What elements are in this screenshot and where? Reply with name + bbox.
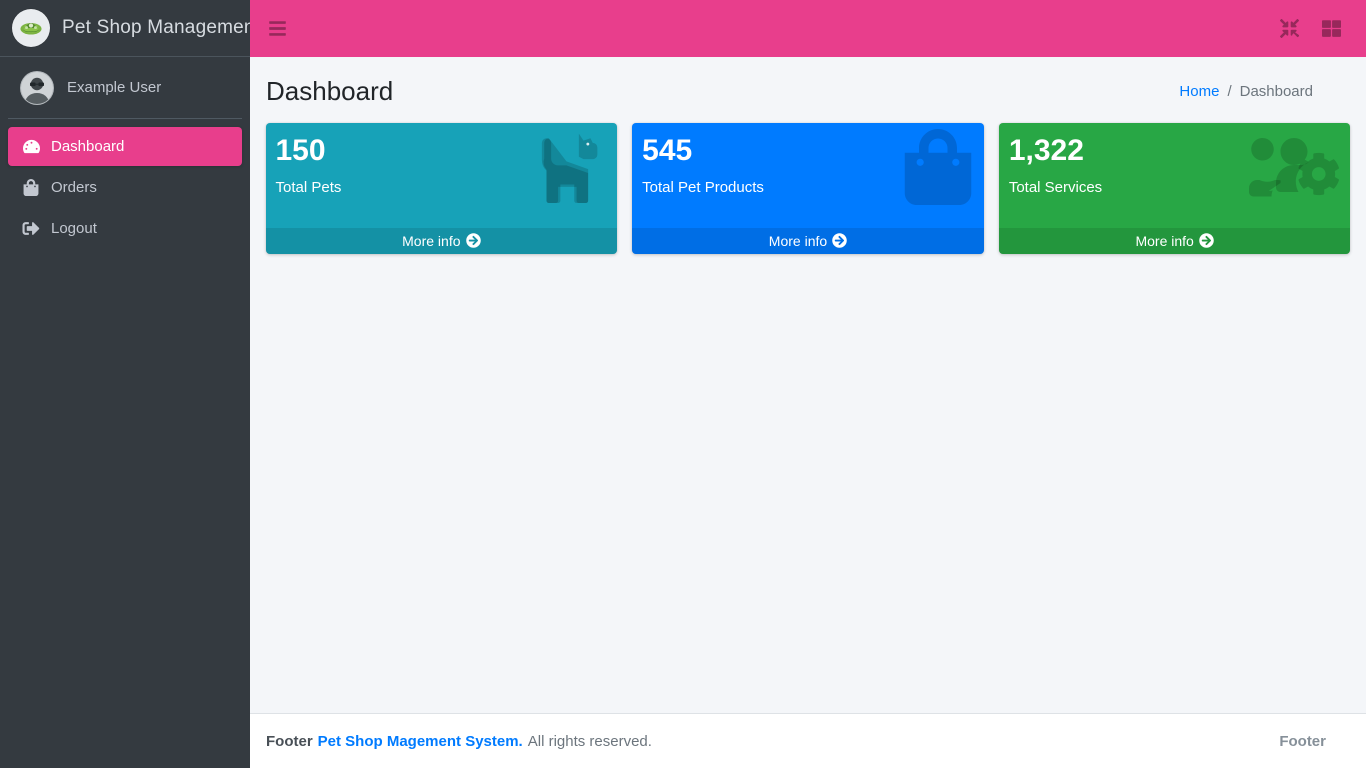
- sidebar-item-logout[interactable]: Logout: [8, 209, 242, 248]
- sidebar-nav-list: Dashboard Orders Logout: [0, 119, 250, 248]
- sidebar-nav: Dashboard Orders Logout: [0, 119, 250, 248]
- circle-arrow-right-icon: [465, 233, 481, 249]
- page-title: Dashboard: [266, 76, 394, 106]
- stat-card-total-pets: 150 Total Pets More info: [258, 123, 625, 255]
- small-box-inner: 150 Total Pets: [266, 123, 618, 228]
- user-avatar-photo: [20, 70, 54, 105]
- small-box-inner: 1,322 Total Services: [999, 123, 1351, 228]
- circle-arrow-right-icon: [1199, 233, 1214, 249]
- sidebar-item-dashboard[interactable]: Dashboard: [8, 127, 242, 166]
- pet-logo-icon: [12, 9, 50, 47]
- footer-prefix: Footer: [266, 732, 313, 750]
- top-navbar: [250, 0, 1366, 57]
- brand-link[interactable]: Pet Shop Management: [0, 0, 250, 57]
- sidebar: Pet Shop Management Example User Dashboa…: [0, 0, 250, 768]
- stat-label: Total Pets: [275, 179, 342, 197]
- small-box: 1,322 Total Services More info: [998, 123, 1351, 255]
- small-box: 150 Total Pets More info: [265, 123, 618, 255]
- sidebar-item-label: Dashboard: [51, 138, 125, 155]
- brand-title: Pet Shop Management: [62, 17, 250, 38]
- stat-label: Total Pet Products: [642, 179, 764, 197]
- stat-label: Total Services: [1008, 179, 1103, 197]
- breadcrumb: Home / Dashboard: [1179, 83, 1350, 100]
- stat-card-total-services: 1,322 Total Services More info: [991, 123, 1358, 255]
- compress-arrows-icon[interactable]: [1268, 8, 1310, 50]
- sidebar-link-dashboard[interactable]: Dashboard: [8, 127, 242, 166]
- user-panel[interactable]: Example User: [8, 57, 242, 119]
- sidebar-item-label: Orders: [51, 179, 97, 196]
- breadcrumb-separator: /: [1227, 82, 1232, 100]
- more-info-link[interactable]: More info: [632, 228, 984, 255]
- more-info-label: More info: [1135, 233, 1194, 250]
- stat-value: 150: [275, 134, 326, 168]
- stat-cards-row: 150 Total Pets More info 545 Total Pet P…: [250, 123, 1366, 255]
- breadcrumb-home-link[interactable]: Home: [1179, 83, 1219, 100]
- sidebar-item-label: Logout: [51, 220, 97, 237]
- more-info-link[interactable]: More info: [265, 228, 618, 255]
- footer-brand-link[interactable]: Pet Shop Magement System.: [318, 733, 523, 750]
- more-info-link[interactable]: More info: [998, 228, 1351, 255]
- sidebar-link-orders[interactable]: Orders: [8, 168, 242, 207]
- more-info-label: More info: [768, 233, 828, 250]
- small-box-inner: 545 Total Pet Products: [632, 123, 984, 228]
- tachometer-icon: [19, 138, 43, 155]
- shopping-bag-icon: [19, 179, 43, 196]
- navbar-right-group: [1268, 8, 1366, 50]
- breadcrumb-current: Dashboard: [1239, 82, 1313, 100]
- stat-card-total-pet-products: 545 Total Pet Products More info: [625, 123, 992, 255]
- content-header: Dashboard Home / Dashboard: [250, 57, 1366, 117]
- circle-arrow-right-icon: [832, 233, 847, 249]
- sidebar-link-logout[interactable]: Logout: [8, 209, 242, 248]
- stat-value: 1,322: [1008, 134, 1084, 168]
- footer-right-label: Footer: [1279, 732, 1326, 750]
- hamburger-menu-icon[interactable]: [256, 8, 298, 50]
- content-wrapper: Dashboard Home / Dashboard 150 Total Pet…: [250, 57, 1366, 713]
- small-box: 545 Total Pet Products More info: [632, 123, 984, 255]
- footer-rights: All rights reserved.: [527, 732, 652, 750]
- sidebar-item-orders[interactable]: Orders: [8, 168, 242, 207]
- stat-value: 545: [642, 134, 693, 168]
- navbar-left-group: [250, 8, 298, 50]
- th-large-grid-icon[interactable]: [1310, 8, 1352, 50]
- sign-out-icon: [19, 220, 43, 237]
- user-name-label: Example User: [67, 79, 162, 96]
- page-footer: Footer Pet Shop Magement System. All right…: [250, 713, 1366, 768]
- more-info-label: More info: [402, 233, 461, 250]
